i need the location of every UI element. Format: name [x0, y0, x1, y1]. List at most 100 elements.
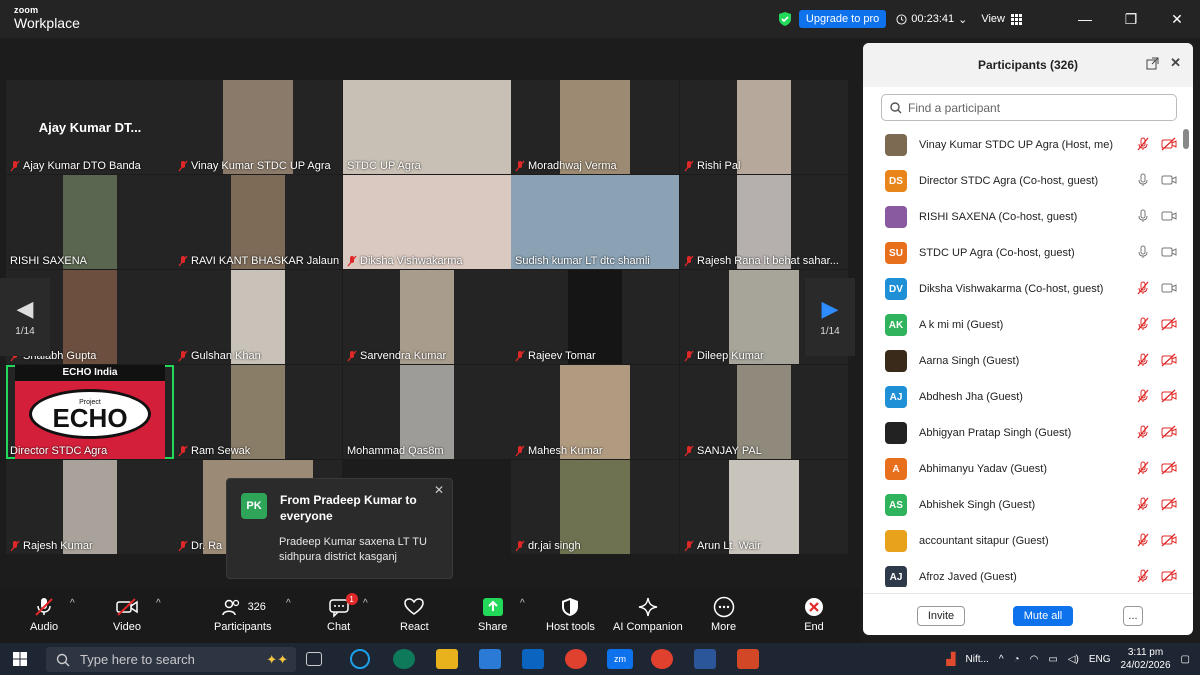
share-button[interactable]: Share: [478, 596, 507, 633]
share-options-caret[interactable]: ^: [520, 598, 525, 609]
mic-muted-icon[interactable]: [1137, 569, 1149, 583]
participant-row[interactable]: AJ Abdhesh Jha (Guest): [863, 379, 1181, 415]
video-tile[interactable]: RISHI SAXENA: [6, 175, 174, 269]
participants-options-caret[interactable]: ^: [286, 598, 291, 609]
network-icon[interactable]: ◔: [1014, 654, 1020, 665]
camera-off-icon[interactable]: [1161, 137, 1177, 151]
video-tile[interactable]: dr.jai singh: [511, 460, 679, 554]
video-tile[interactable]: Ram Sewak: [174, 365, 342, 459]
mic-icon[interactable]: [1137, 245, 1149, 259]
store-icon[interactable]: [479, 649, 501, 669]
mic-muted-icon[interactable]: [1137, 497, 1149, 511]
windows-start-icon[interactable]: [13, 652, 27, 666]
chat-options-caret[interactable]: ^: [363, 598, 368, 609]
more-options-button[interactable]: ...: [1123, 606, 1143, 626]
participant-row[interactable]: A Abhimanyu Yadav (Guest): [863, 451, 1181, 487]
cortana-icon[interactable]: [350, 649, 370, 669]
powerpoint-icon[interactable]: [737, 649, 759, 669]
mic-muted-icon[interactable]: [1137, 137, 1149, 151]
video-tile[interactable]: SANJAY PAL: [680, 365, 848, 459]
camera-off-icon[interactable]: [1161, 461, 1177, 475]
mute-all-button[interactable]: Mute all: [1013, 606, 1073, 626]
ai-companion-button[interactable]: AI Companion: [613, 596, 683, 633]
zoom-app-icon[interactable]: zm: [607, 649, 633, 669]
video-button[interactable]: Video: [113, 596, 141, 633]
camera-off-icon[interactable]: [1161, 425, 1177, 439]
mic-muted-icon[interactable]: [1137, 353, 1149, 367]
language-indicator[interactable]: ENG: [1089, 654, 1111, 665]
video-options-caret[interactable]: ^: [156, 598, 161, 609]
mic-icon[interactable]: [1137, 209, 1149, 223]
participants-button[interactable]: 326 Participants: [214, 596, 271, 633]
camera-off-icon[interactable]: [1161, 497, 1177, 511]
invite-button[interactable]: Invite: [917, 606, 965, 626]
participant-row[interactable]: DS Director STDC Agra (Co-host, guest): [863, 163, 1181, 199]
participant-row[interactable]: Abhigyan Pratap Singh (Guest): [863, 415, 1181, 451]
mic-muted-icon[interactable]: [1137, 281, 1149, 295]
meeting-timer[interactable]: 00:23:41 ⌄: [896, 13, 967, 26]
video-tile[interactable]: Vinay Kumar STDC UP Agra: [174, 80, 342, 174]
chrome-icon[interactable]: [565, 649, 587, 669]
file-explorer-icon[interactable]: [436, 649, 458, 669]
view-button[interactable]: View: [981, 13, 1022, 25]
camera-off-icon[interactable]: [1161, 389, 1177, 403]
participant-row[interactable]: DV Diksha Vishwakarma (Co-host, guest): [863, 271, 1181, 307]
camera-off-icon[interactable]: [1161, 353, 1177, 367]
restore-button[interactable]: ❐: [1108, 0, 1154, 38]
encryption-shield-icon[interactable]: [777, 11, 793, 27]
participant-row[interactable]: SU STDC UP Agra (Co-host, guest): [863, 235, 1181, 271]
minimize-button[interactable]: —: [1062, 0, 1108, 38]
close-window-button[interactable]: ✕: [1154, 0, 1200, 38]
chevron-up-icon[interactable]: ^: [999, 654, 1004, 665]
next-page-button[interactable]: ▶ 1/14: [805, 278, 855, 356]
participant-list-scrollbar[interactable]: [1183, 129, 1189, 149]
camera-off-icon[interactable]: [1161, 533, 1177, 547]
mic-muted-icon[interactable]: [1137, 461, 1149, 475]
participant-row[interactable]: Vinay Kumar STDC UP Agra (Host, me): [863, 127, 1181, 163]
video-tile[interactable]: Mahesh Kumar: [511, 365, 679, 459]
outlook-icon[interactable]: [522, 649, 544, 669]
mic-muted-icon[interactable]: [1137, 317, 1149, 331]
video-tile[interactable]: Ajay Kumar DT... Ajay Kumar DTO Banda: [6, 80, 174, 174]
camera-icon[interactable]: [1161, 281, 1177, 295]
mic-muted-icon[interactable]: [1137, 425, 1149, 439]
notifications-icon[interactable]: ▢: [1181, 654, 1190, 665]
participant-row[interactable]: Aarna Singh (Guest): [863, 343, 1181, 379]
chat-button[interactable]: 1 Chat: [327, 593, 358, 633]
more-button[interactable]: More: [711, 596, 736, 633]
volume-icon[interactable]: ◁): [1068, 654, 1079, 665]
video-tile[interactable]: ECHO India Project ECHO Director STDC Agra: [6, 365, 174, 459]
close-icon[interactable]: ✕: [1170, 55, 1181, 71]
react-button[interactable]: React: [400, 596, 429, 633]
video-tile[interactable]: Rishi Pal: [680, 80, 848, 174]
camera-off-icon[interactable]: [1161, 569, 1177, 583]
video-tile[interactable]: Moradhwaj Verma: [511, 80, 679, 174]
host-tools-button[interactable]: Host tools: [546, 596, 595, 633]
participant-row[interactable]: AS Abhishek Singh (Guest): [863, 487, 1181, 523]
audio-options-caret[interactable]: ^: [70, 598, 75, 609]
chrome-icon-2[interactable]: [651, 649, 673, 669]
participant-row[interactable]: RISHI SAXENA (Co-host, guest): [863, 199, 1181, 235]
video-tile[interactable]: Mohammad Qas8m: [343, 365, 511, 459]
video-tile[interactable]: Arun Lt. Wair: [680, 460, 848, 554]
wifi-icon[interactable]: ◠: [1030, 654, 1039, 665]
stock-widget[interactable]: Nift...: [966, 654, 989, 665]
camera-off-icon[interactable]: [1161, 317, 1177, 331]
participant-row[interactable]: AJ Afroz Javed (Guest): [863, 559, 1181, 587]
popout-icon[interactable]: [1146, 57, 1159, 70]
mic-muted-icon[interactable]: [1137, 389, 1149, 403]
video-tile[interactable]: RAVI KANT BHASKAR Jalaun: [174, 175, 342, 269]
participant-row[interactable]: AK A k mi mi (Guest): [863, 307, 1181, 343]
camera-icon[interactable]: [1161, 209, 1177, 223]
video-tile[interactable]: STDC UP Agra: [343, 80, 511, 174]
chat-notification[interactable]: PK From Pradeep Kumar to everyone Pradee…: [226, 478, 453, 579]
task-view-icon[interactable]: [306, 652, 322, 666]
video-tile[interactable]: Diksha Vishwakarma: [343, 175, 511, 269]
end-button[interactable]: End: [803, 596, 825, 633]
word-icon[interactable]: [694, 649, 716, 669]
audio-button[interactable]: Audio: [30, 596, 58, 633]
participant-search-input[interactable]: Find a participant: [881, 94, 1177, 121]
video-tile[interactable]: Gulshan Khan: [174, 270, 342, 364]
previous-page-button[interactable]: ◀ 1/14: [0, 278, 50, 356]
camera-icon[interactable]: [1161, 173, 1177, 187]
